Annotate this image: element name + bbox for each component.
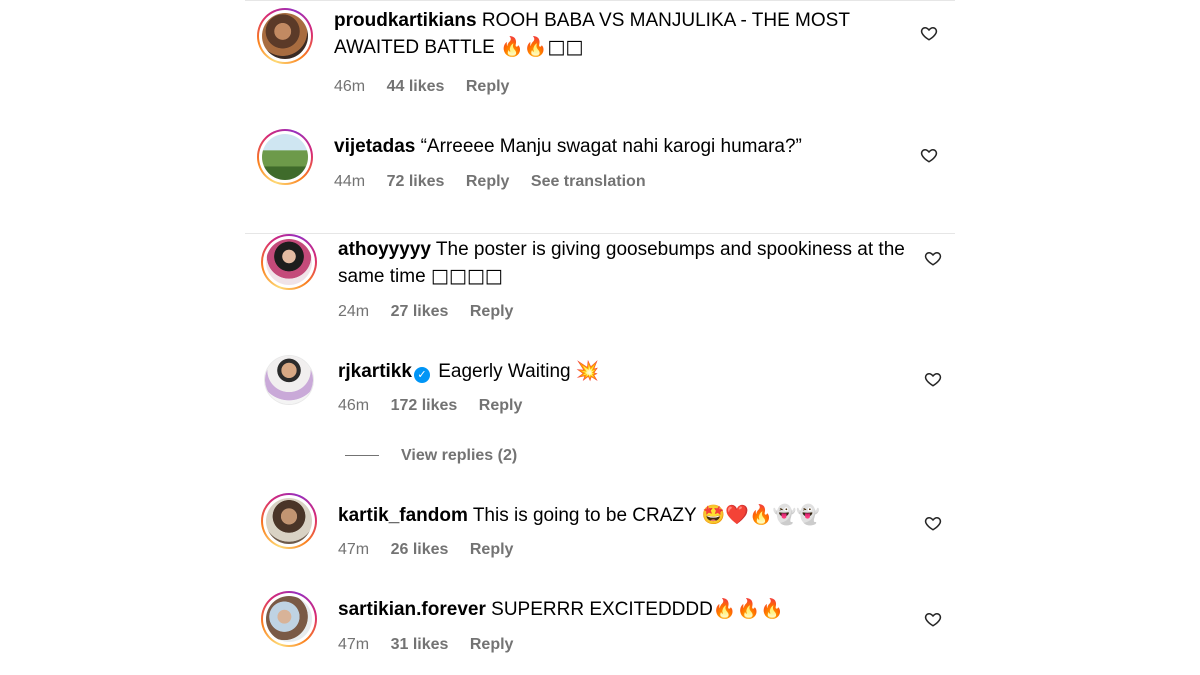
comment-emoji: □□□□ <box>430 265 503 287</box>
reply-button[interactable]: Reply <box>470 636 514 653</box>
comment-text: “Arreeee Manju swagat nahi karogi humara… <box>420 136 802 157</box>
see-translation-button[interactable]: See translation <box>531 173 646 190</box>
comment-time[interactable]: 24m <box>338 303 369 320</box>
reply-button[interactable]: Reply <box>470 541 514 558</box>
avatar[interactable] <box>261 234 317 290</box>
comment-meta: 44m 72 likes Reply See translation <box>334 173 663 191</box>
comment-emoji: 💥 <box>575 360 600 382</box>
heart-outline-icon[interactable] <box>924 610 942 628</box>
avatar[interactable] <box>257 129 313 185</box>
heart-outline-icon[interactable] <box>924 370 942 388</box>
username[interactable]: proudkartikians <box>334 10 477 31</box>
comment-meta: 46m 172 likes Reply <box>338 397 539 415</box>
comment-body: vijetadas “Arreeee Manju swagat nahi kar… <box>334 134 864 160</box>
comment-text: SUPERRR EXCITEDDDD <box>491 599 713 620</box>
comment-meta: 24m 27 likes Reply <box>338 303 530 321</box>
replies-line <box>345 455 379 457</box>
reply-button[interactable]: Reply <box>466 78 510 95</box>
likes-count[interactable]: 172 likes <box>391 397 458 414</box>
comment-emoji: 🔥🔥□□ <box>500 36 584 58</box>
comment-emoji: 🤩❤️🔥👻👻 <box>701 504 820 526</box>
comment-time[interactable]: 44m <box>334 173 365 190</box>
avatar[interactable] <box>264 355 314 405</box>
comment-time[interactable]: 46m <box>338 397 369 414</box>
comment-body: proudkartikians ROOH BABA VS MANJULIKA -… <box>334 8 864 61</box>
comment-body: rjkartikk ✓ Eagerly Waiting 💥 <box>338 358 868 385</box>
view-replies-label: View replies (2) <box>401 447 518 464</box>
reply-button[interactable]: Reply <box>466 173 510 190</box>
divider-middle <box>245 233 955 234</box>
avatar[interactable] <box>257 8 313 64</box>
heart-outline-icon[interactable] <box>924 514 942 532</box>
username[interactable]: rjkartikk <box>338 361 412 382</box>
comment-meta: 47m 26 likes Reply <box>338 541 530 559</box>
username[interactable]: sartikian.forever <box>338 599 486 620</box>
comment-body: athoyyyyy The poster is giving goosebump… <box>338 237 908 290</box>
comment-time[interactable]: 47m <box>338 541 369 558</box>
heart-outline-icon[interactable] <box>920 24 938 42</box>
comment-meta: 47m 31 likes Reply <box>338 636 530 654</box>
reply-button[interactable]: Reply <box>479 397 523 414</box>
comment-time[interactable]: 47m <box>338 636 369 653</box>
comment-body: sartikian.forever SUPERRR EXCITEDDDD🔥🔥🔥 <box>338 596 908 623</box>
comment-emoji: 🔥🔥🔥 <box>712 598 784 620</box>
divider-top <box>245 0 955 1</box>
comment-time[interactable]: 46m <box>334 78 365 95</box>
view-replies-button[interactable]: View replies (2) <box>345 447 517 465</box>
likes-count[interactable]: 44 likes <box>387 78 445 95</box>
likes-count[interactable]: 31 likes <box>391 636 449 653</box>
likes-count[interactable]: 72 likes <box>387 173 445 190</box>
avatar[interactable] <box>261 591 317 647</box>
heart-outline-icon[interactable] <box>920 146 938 164</box>
verified-badge-icon: ✓ <box>413 367 430 383</box>
likes-count[interactable]: 26 likes <box>391 541 449 558</box>
avatar[interactable] <box>261 493 317 549</box>
reply-button[interactable]: Reply <box>470 303 514 320</box>
comment-text: Eagerly Waiting <box>438 361 571 382</box>
comment-text: This is going to be CRAZY <box>472 505 697 526</box>
username[interactable]: athoyyyyy <box>338 239 431 260</box>
comment-meta: 46m 44 likes Reply <box>334 78 526 96</box>
username[interactable]: vijetadas <box>334 136 415 157</box>
heart-outline-icon[interactable] <box>924 249 942 267</box>
likes-count[interactable]: 27 likes <box>391 303 449 320</box>
username[interactable]: kartik_fandom <box>338 505 468 526</box>
comment-body: kartik_fandom This is going to be CRAZY … <box>338 502 908 529</box>
